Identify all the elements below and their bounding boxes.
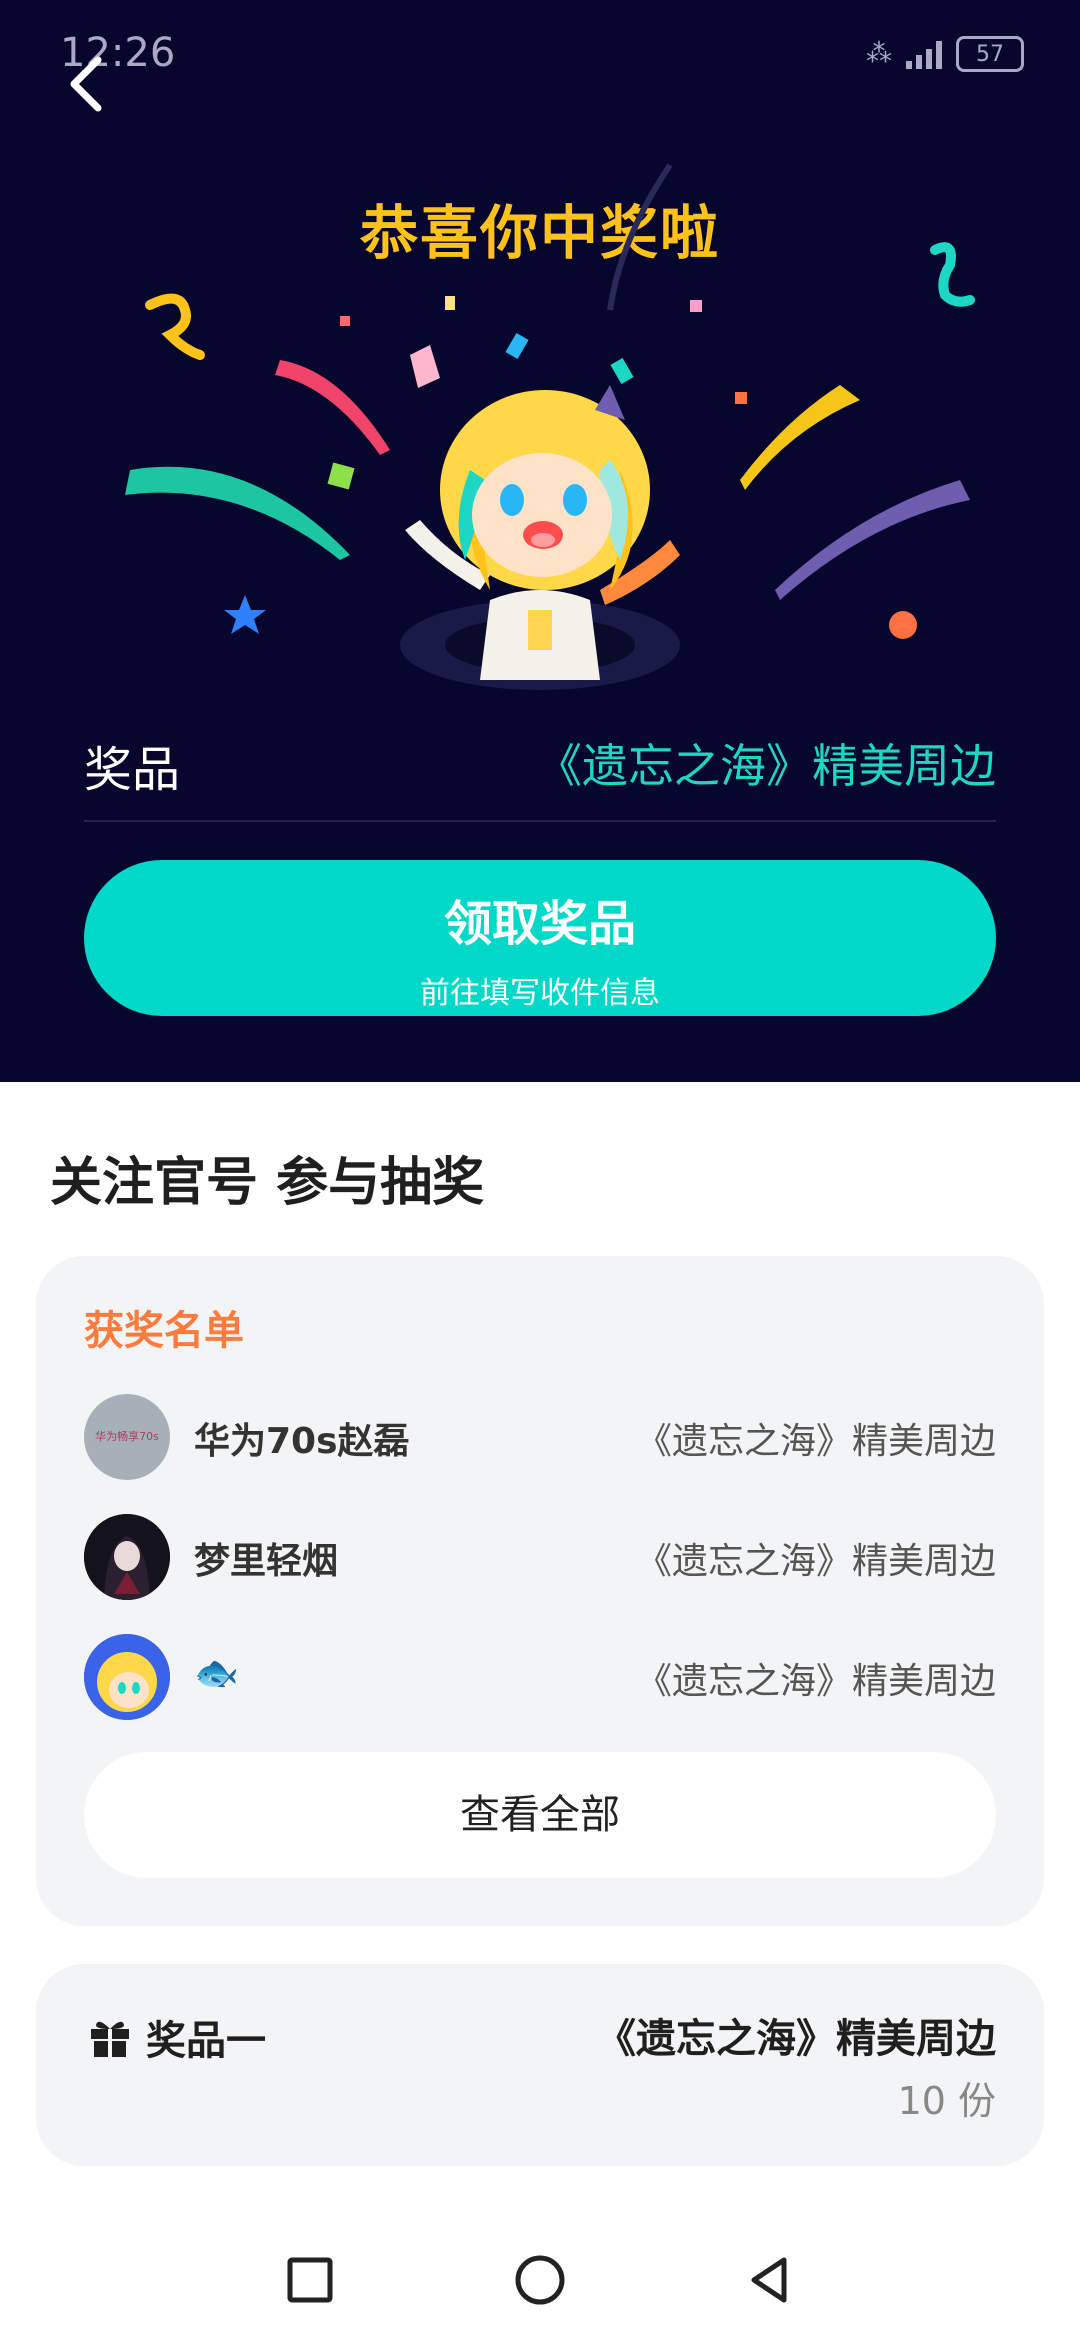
winner-name: 🐟 [194, 1653, 239, 1694]
status-bar: 12:26 ⁂ 57 [0, 0, 1080, 110]
celebration-illustration [125, 163, 975, 690]
award-label: 奖品一 [146, 2018, 266, 2064]
system-nav-bar [0, 2220, 1080, 2340]
award-prize: 《遗忘之海》精美周边 [596, 2016, 996, 2062]
winner-row: 华为畅享70s 华为70s赵磊 《遗忘之海》精美周边 [84, 1394, 996, 1480]
winner-row: 梦里轻烟 《遗忘之海》精美周边 [84, 1514, 996, 1600]
prize-value: 《遗忘之海》精美周边 [536, 739, 996, 793]
winner-prize: 《遗忘之海》精美周边 [635, 1421, 996, 1462]
section-title: 关注官号 参与抽奖 [50, 1153, 485, 1213]
winner-name: 梦里轻烟 [194, 1541, 339, 1582]
winner-row: 🐟 《遗忘之海》精美周边 [84, 1634, 996, 1720]
claim-prize-button[interactable]: 领取奖品 前往填写收件信息 [84, 860, 996, 1016]
prize-hero: 12:26 ⁂ 57 恭喜你中奖啦 奖品 《遗忘之海》精美周边 领取奖品 前往填… [0, 0, 1080, 1082]
avatar-image [84, 1514, 170, 1600]
award-label-group: 奖品一 [88, 2008, 266, 2066]
award-card: 奖品一 《遗忘之海》精美周边 10 份 [36, 1964, 1044, 2166]
view-all-button[interactable]: 查看全部 [84, 1752, 996, 1878]
winner-avatar: 华为畅享70s [84, 1394, 170, 1480]
nav-home-icon[interactable] [510, 2250, 570, 2310]
claim-button-sublabel: 前往填写收件信息 [420, 976, 660, 1011]
gift-icon [91, 2021, 129, 2057]
status-icons: ⁂ 57 [866, 36, 1024, 72]
claim-button-label: 领取奖品 [443, 896, 636, 952]
winners-header: 获奖名单 [84, 1308, 244, 1354]
avatar-watermark: 华为畅享70s [95, 1430, 159, 1443]
prize-row: 奖品 《遗忘之海》精美周边 [84, 720, 996, 822]
signal-icon [906, 39, 942, 69]
back-icon[interactable] [62, 54, 112, 114]
winners-card: 获奖名单 华为畅享70s 华为70s赵磊 《遗忘之海》精美周边 梦里轻烟 《遗忘… [36, 1256, 1044, 1926]
prize-label: 奖品 [84, 742, 181, 798]
battery-level: 57 [976, 41, 1004, 67]
winner-prize: 《遗忘之海》精美周边 [635, 1661, 996, 1702]
network-icon: ⁂ [866, 39, 892, 69]
winner-avatar [84, 1514, 170, 1600]
award-count: 10 份 [897, 2079, 996, 2123]
winner-prize: 《遗忘之海》精美周边 [635, 1541, 996, 1582]
battery-icon: 57 [956, 36, 1024, 72]
winner-avatar [84, 1634, 170, 1720]
nav-back-icon[interactable] [740, 2250, 800, 2310]
avatar-image [84, 1634, 170, 1720]
winner-name: 华为70s赵磊 [194, 1421, 410, 1462]
nav-recents-icon[interactable] [280, 2250, 340, 2310]
